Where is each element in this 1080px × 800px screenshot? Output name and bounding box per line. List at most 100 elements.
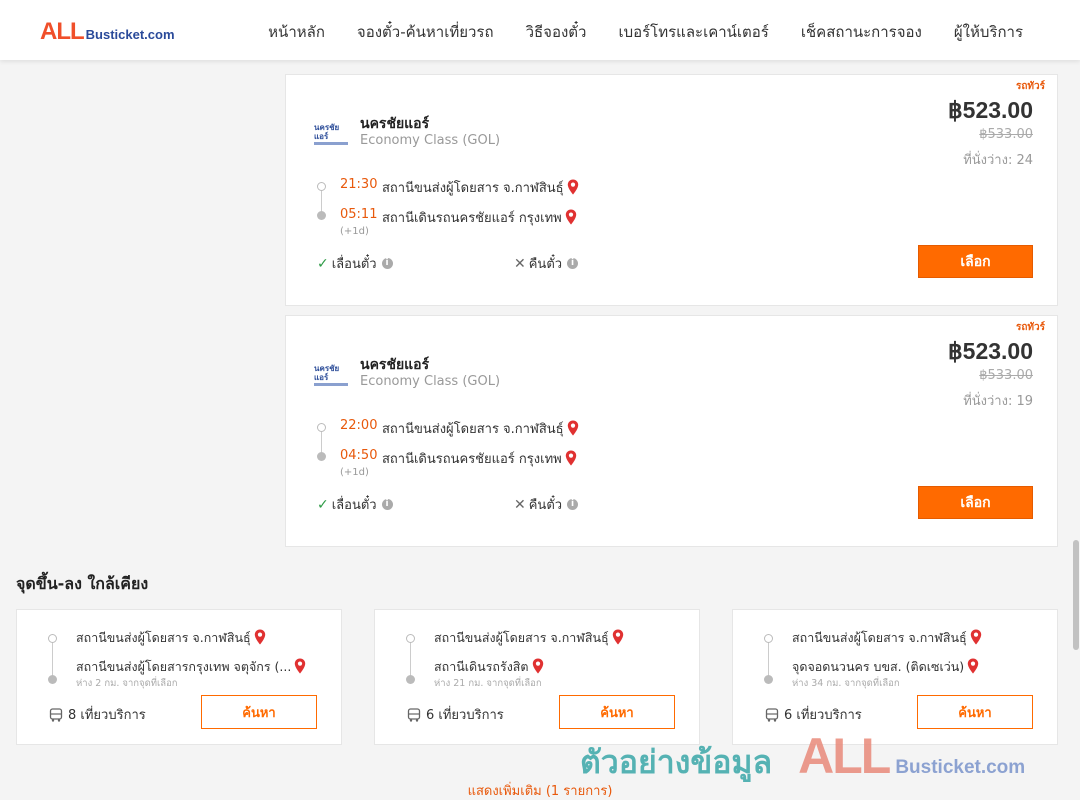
nearby-to-label: สถานีขนส่งผู้โดยสารกรุงเทพ จตุจักร (... [76,659,292,674]
map-pin-icon[interactable] [967,658,979,674]
timeline-end-dot [406,675,415,684]
map-pin-icon[interactable] [532,658,544,674]
nav-check-booking[interactable]: เช็คสถานะการจอง [801,20,922,44]
operator-logo-text: นครชัยแอร์ [314,123,340,141]
nearby-to-label: จุดจอดนวนคร บขส. (ติดเซเว่น) [792,659,965,674]
nearby-trip-count-label: 8 เที่ยวบริการ [68,708,146,723]
show-more-link[interactable]: แสดงเพิ่มเติม (1 รายการ) [0,780,1080,800]
next-day-indicator: (+1d) [340,467,369,478]
info-icon[interactable]: i [567,258,579,269]
nearby-from: สถานีขนส่งผู้โดยสาร จ.กาฬสินธุ์ [434,628,624,648]
map-pin-icon[interactable] [565,450,577,466]
departure-time: 21:30 [340,177,378,192]
map-pin-icon[interactable] [567,420,579,436]
nearby-route-card: สถานีขนส่งผู้โดยสาร จ.กาฬสินธุ์ จุดจอดนว… [732,609,1058,745]
nav-book-search[interactable]: จองตั๋ว-ค้นหาเที่ยวรถ [357,20,494,44]
nearby-to-label: สถานีเดินรถรังสิต [434,659,529,674]
refund-policy: ✕ คืนตั๋ว i [514,494,579,515]
timeline-start-dot [406,634,415,643]
nav-operators[interactable]: ผู้ให้บริการ [954,20,1023,44]
nearby-trip-count-label: 6 เที่ยวบริการ [426,708,504,723]
site-logo[interactable]: ALL Busticket.com [40,18,175,46]
seat-class: Economy Class (GOL) [360,133,501,148]
timeline-start-dot [48,634,57,643]
nearby-search-button[interactable]: ค้นหา [917,695,1033,729]
info-icon[interactable]: i [567,499,579,510]
nav-phone-counters[interactable]: เบอร์โทรและเคาน์เตอร์ [618,20,768,44]
nearby-search-button[interactable]: ค้นหา [201,695,317,729]
logo-busticket-text: Busticket.com [85,27,175,42]
watermark-logo-busticket: Busticket.com [895,757,1026,778]
main-nav: หน้าหลัก จองตั๋ว-ค้นหาเที่ยวรถ วิธีจองตั… [268,20,1023,44]
top-header: ALL Busticket.com หน้าหลัก จองตั๋ว-ค้นหา… [0,0,1080,60]
departure-station-label: สถานีขนส่งผู้โดยสาร จ.กาฬสินธุ์ [382,181,564,196]
bus-icon [49,707,63,722]
timeline-line [768,640,769,678]
price: ฿523.00 [948,338,1033,364]
bus-type-ribbon: รถทัวร์ [1015,322,1045,333]
scrollbar-thumb[interactable] [1073,540,1079,650]
seat-class: Economy Class (GOL) [360,374,501,389]
check-icon: ✓ [317,496,329,513]
trip-card: รถทัวร์ นครชัยแอร์ นครชัยแอร์ Economy Cl… [285,315,1058,547]
bus-icon [407,707,421,722]
reschedule-policy: ✓ เลื่อนตั๋ว i [317,494,393,515]
refund-label: คืนตั๋ว [528,257,563,272]
map-pin-icon[interactable] [254,629,266,645]
nearby-to: สถานีขนส่งผู้โดยสารกรุงเทพ จตุจักร (... [76,657,306,677]
nearby-distance: ห่าง 21 กม. จากจุดที่เลือก [434,678,542,689]
reschedule-policy: ✓ เลื่อนตั๋ว i [317,253,393,274]
nav-how-to-book[interactable]: วิธีจองตั๋ว [526,20,587,44]
old-price: ฿533.00 [979,127,1033,142]
departure-time: 22:00 [340,418,378,433]
map-pin-icon[interactable] [970,629,982,645]
operator-logo-stripe [314,383,348,386]
nearby-distance: ห่าง 2 กม. จากจุดที่เลือก [76,678,178,689]
info-icon[interactable]: i [381,499,393,510]
reschedule-label: เลื่อนตั๋ว [331,498,377,513]
arrival-time: 05:11 [340,207,378,222]
map-pin-icon[interactable] [567,179,579,195]
nearby-trip-count-label: 6 เที่ยวบริการ [784,708,862,723]
next-day-indicator: (+1d) [340,226,369,237]
arrival-station: สถานีเดินรถนครชัยแอร์ กรุงเทพ [382,207,577,228]
map-pin-icon[interactable] [565,209,577,225]
nearby-from-label: สถานีขนส่งผู้โดยสาร จ.กาฬสินธุ์ [434,630,609,645]
info-icon[interactable]: i [381,258,393,269]
select-trip-button[interactable]: เลือก [918,245,1033,278]
nearby-to: สถานีเดินรถรังสิต [434,657,544,677]
departure-station-label: สถานีขนส่งผู้โดยสาร จ.กาฬสินธุ์ [382,422,564,437]
arrival-station-label: สถานีเดินรถนครชัยแอร์ กรุงเทพ [382,211,562,226]
trip-card: รถทัวร์ นครชัยแอร์ นครชัยแอร์ Economy Cl… [285,74,1058,306]
nearby-search-button[interactable]: ค้นหา [559,695,675,729]
nearby-trip-count: 6 เที่ยวบริการ [407,704,504,725]
seats-available: ที่นั่งว่าง: 19 [963,394,1033,409]
operator-logo: นครชัยแอร์ [314,123,350,145]
nav-home[interactable]: หน้าหลัก [268,20,325,44]
nearby-from: สถานีขนส่งผู้โดยสาร จ.กาฬสินธุ์ [792,628,982,648]
timeline-start-dot [317,182,326,191]
arrival-station-label: สถานีเดินรถนครชัยแอร์ กรุงเทพ [382,452,562,467]
nearby-trip-count: 8 เที่ยวบริการ [49,704,146,725]
operator-name: นครชัยแอร์ [360,357,430,373]
operator-logo-stripe [314,142,348,145]
nearby-distance: ห่าง 34 กม. จากจุดที่เลือก [792,678,900,689]
nearby-from: สถานีขนส่งผู้โดยสาร จ.กาฬสินธุ์ [76,628,266,648]
cross-icon: ✕ [514,496,526,513]
cross-icon: ✕ [514,255,526,272]
operator-logo: นครชัยแอร์ [314,364,350,386]
nearby-section-title: จุดขึ้น-ลง ใกล้เคียง [16,574,149,593]
refund-policy: ✕ คืนตั๋ว i [514,253,579,274]
timeline-end-dot [764,675,773,684]
map-pin-icon[interactable] [294,658,306,674]
old-price: ฿533.00 [979,368,1033,383]
timeline-line [52,640,53,678]
logo-all-text: ALL [40,18,85,45]
select-trip-button[interactable]: เลือก [918,486,1033,519]
operator-logo-text: นครชัยแอร์ [314,364,340,382]
nearby-from-label: สถานีขนส่งผู้โดยสาร จ.กาฬสินธุ์ [76,630,251,645]
arrival-time: 04:50 [340,448,378,463]
departure-station: สถานีขนส่งผู้โดยสาร จ.กาฬสินธุ์ [382,418,579,439]
map-pin-icon[interactable] [612,629,624,645]
timeline-end-dot [48,675,57,684]
